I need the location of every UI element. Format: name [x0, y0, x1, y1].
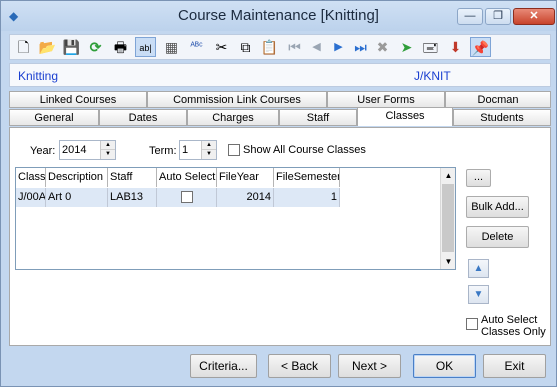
cell-class[interactable]: J/00A [16, 188, 46, 207]
spin-down-icon[interactable]: ▼ [202, 150, 216, 159]
last-record-icon[interactable]: ⏭ [350, 37, 371, 57]
show-all-checkbox[interactable] [228, 144, 240, 156]
spin-up-icon[interactable]: ▲ [101, 141, 115, 150]
restore-button[interactable]: ❐ [485, 8, 511, 25]
bulk-add-button[interactable]: Bulk Add... [466, 196, 529, 218]
tab-students[interactable]: Students [453, 109, 551, 126]
cell-description[interactable]: Art 0 [46, 188, 108, 207]
auto-select-only-checkbox[interactable] [466, 318, 478, 330]
show-all-label: Show All Course Classes [243, 144, 366, 156]
column-class[interactable]: Class [16, 168, 46, 187]
tab-dates[interactable]: Dates [99, 109, 187, 126]
column-auto-select[interactable]: Auto Select [157, 168, 217, 187]
copy-icon[interactable]: ⧉ [235, 37, 256, 57]
open-icon[interactable]: 📂 [37, 37, 58, 57]
exit-button[interactable]: Exit [483, 354, 546, 378]
tab-user-forms[interactable]: User Forms [327, 91, 445, 108]
year-label: Year: [30, 145, 56, 157]
scroll-thumb[interactable] [442, 184, 454, 252]
auto-select-row-checkbox[interactable] [181, 191, 193, 203]
criteria-button[interactable]: Criteria... [190, 354, 257, 378]
year-value: 2014 [62, 144, 87, 156]
tab-classes[interactable]: Classes [357, 107, 453, 126]
delete-icon[interactable]: ✖ [372, 37, 393, 57]
cell-file-year[interactable]: 2014 [217, 188, 274, 207]
grid-vertical-scrollbar[interactable]: ▲ ▼ [440, 168, 455, 269]
course-header: Knitting J/KNIT [9, 63, 551, 87]
tab-docman[interactable]: Docman [445, 91, 551, 108]
first-record-icon[interactable]: ⏮ [284, 37, 305, 57]
auto-select-only-label-line2: Classes Only [481, 326, 546, 338]
back-button[interactable]: < Back [268, 354, 331, 378]
title-bar[interactable]: ◆ Course Maintenance [Knitting] — ❐ ✕ [1, 1, 556, 31]
scroll-up-icon[interactable]: ▲ [441, 168, 456, 183]
next-record-icon[interactable]: ▶ [328, 37, 349, 57]
cell-staff[interactable]: LAB13 [108, 188, 157, 207]
paste-icon[interactable]: 📋 [259, 37, 280, 57]
column-file-year[interactable]: FileYear [217, 168, 274, 187]
tab-charges[interactable]: Charges [187, 109, 279, 126]
column-description[interactable]: Description [46, 168, 108, 187]
term-spinner[interactable]: 1 ▲ ▼ [179, 140, 217, 160]
spin-down-icon[interactable]: ▼ [101, 150, 115, 159]
cell-auto-select[interactable] [157, 188, 217, 207]
new-icon[interactable]: 🗋 [13, 37, 34, 57]
tab-commission-link-courses[interactable]: Commission Link Courses [147, 91, 327, 108]
move-up-icon[interactable]: ▲ [468, 259, 489, 278]
goto-icon[interactable]: ➤ [396, 37, 417, 57]
auto-select-only-label: Auto Select Classes Only [481, 314, 546, 338]
delete-button[interactable]: Delete [466, 226, 529, 248]
minimize-button[interactable]: — [457, 8, 483, 25]
spellcheck-icon[interactable]: ᴬᴮᶜ [186, 37, 207, 57]
term-spin-buttons[interactable]: ▲ ▼ [201, 141, 216, 159]
previous-record-icon[interactable]: ◀ [306, 37, 327, 57]
year-spin-buttons[interactable]: ▲ ▼ [100, 141, 115, 159]
ellipsis-button[interactable]: ... [466, 169, 491, 187]
term-value: 1 [182, 144, 189, 156]
stamp-icon[interactable]: 🖃 [420, 37, 441, 57]
column-staff[interactable]: Staff [108, 168, 157, 187]
save-icon[interactable]: 💾 [61, 37, 82, 57]
ok-button[interactable]: OK [413, 354, 476, 378]
print-icon[interactable]: 🖶 [110, 37, 131, 57]
course-code: J/KNIT [414, 69, 451, 83]
tab-linked-courses[interactable]: Linked Courses [9, 91, 147, 108]
move-down-icon[interactable]: ▼ [468, 285, 489, 304]
scroll-down-icon[interactable]: ▼ [441, 254, 456, 269]
column-file-semester[interactable]: FileSemester [274, 168, 340, 187]
tab-staff[interactable]: Staff [279, 109, 357, 126]
course-name: Knitting [18, 69, 59, 83]
auto-select-only-label-line1: Auto Select [481, 314, 538, 326]
close-button[interactable]: ✕ [513, 8, 555, 25]
cell-file-semester[interactable]: 1 [274, 188, 340, 207]
cut-icon[interactable]: ✂ [211, 37, 232, 57]
tab-general[interactable]: General [9, 109, 99, 126]
calculator-icon[interactable]: ▦ [161, 37, 182, 57]
field-icon[interactable]: ab| [135, 37, 156, 57]
table-row[interactable]: J/00A Art 0 LAB13 2014 1 [16, 188, 340, 207]
spin-up-icon[interactable]: ▲ [202, 141, 216, 150]
refresh-icon[interactable]: ⟳ [85, 37, 106, 57]
download-icon[interactable]: ⬇ [445, 37, 466, 57]
year-spinner[interactable]: 2014 ▲ ▼ [59, 140, 116, 160]
classes-grid[interactable]: Class Description Staff Auto Select File… [15, 167, 456, 270]
course-maintenance-window: ◆ Course Maintenance [Knitting] — ❐ ✕ 🗋 … [0, 0, 557, 387]
toolbar: 🗋 📂 💾 ⟳ 🖶 ab| ▦ ᴬᴮᶜ ✂ ⧉ 📋 ⏮ ◀ ▶ ⏭ ✖ ➤ 🖃 … [9, 34, 551, 60]
term-label: Term: [149, 145, 177, 157]
pin-icon[interactable]: 📌 [470, 37, 491, 57]
next-button[interactable]: Next > [338, 354, 401, 378]
